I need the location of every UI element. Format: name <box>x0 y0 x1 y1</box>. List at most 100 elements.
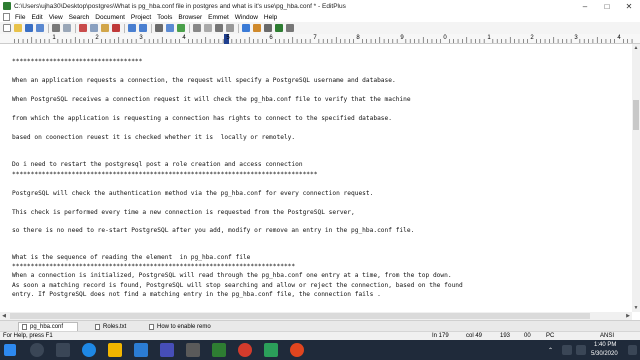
tab-roles-txt[interactable]: Roles.txt <box>92 322 140 331</box>
maximize-button[interactable]: □ <box>596 0 618 12</box>
editor-line[interactable]: from which the application is requesting… <box>12 115 392 122</box>
ruler-mark: 6 <box>269 35 273 41</box>
run-icon[interactable] <box>275 24 283 32</box>
menu-file[interactable]: File <box>12 14 28 21</box>
horizontal-scrollbar[interactable]: ◀ ▶ <box>0 312 632 320</box>
status-code: 00 <box>524 333 531 339</box>
vertical-scrollbar[interactable]: ▲ ▼ <box>632 44 640 312</box>
delete-icon[interactable] <box>112 24 120 32</box>
save-icon[interactable] <box>25 24 33 32</box>
menu-help[interactable]: Help <box>261 14 280 21</box>
editor-line[interactable]: based on coonection reuest it is checked… <box>12 134 295 141</box>
vertical-scroll-thumb[interactable] <box>633 100 639 130</box>
menu-browser[interactable]: Browser <box>175 14 205 21</box>
cut-icon[interactable] <box>79 24 87 32</box>
editplus-taskbar-icon[interactable] <box>212 343 226 357</box>
word-wrap-icon[interactable] <box>193 24 201 32</box>
scroll-down-icon[interactable]: ▼ <box>632 304 640 312</box>
text-editor[interactable]: *********************************** When… <box>0 44 632 312</box>
editor-line[interactable]: ****************************************… <box>12 263 295 270</box>
line-number-icon[interactable] <box>215 24 223 32</box>
editor-line[interactable]: When a connection is initialized, Postgr… <box>12 272 452 279</box>
editor-line[interactable]: so there is no need to re-start PostgreS… <box>12 227 414 234</box>
menu-document[interactable]: Document <box>92 14 128 21</box>
menu-bar: File Edit View Search Document Project T… <box>0 12 640 22</box>
scroll-up-icon[interactable]: ▲ <box>632 44 640 52</box>
volume-icon[interactable] <box>576 345 586 355</box>
notification-icon[interactable] <box>628 345 637 355</box>
cliptext-icon[interactable] <box>253 24 261 32</box>
print-icon[interactable] <box>52 24 60 32</box>
taskbar-date[interactable]: 5/30/2020 <box>591 351 618 357</box>
ruler-mark: 7 <box>313 35 317 41</box>
browser-icon[interactable] <box>242 24 250 32</box>
settings-icon[interactable] <box>286 24 294 32</box>
horizontal-scroll-thumb[interactable] <box>10 313 590 319</box>
column-select-icon[interactable] <box>226 24 234 32</box>
open-folder-icon[interactable] <box>14 24 22 32</box>
menu-search[interactable]: Search <box>66 14 93 21</box>
ruler-mark: 1 <box>487 35 491 41</box>
excel-icon[interactable] <box>264 343 278 357</box>
menu-edit[interactable]: Edit <box>28 14 45 21</box>
ruler-mark: 8 <box>356 35 360 41</box>
tab-label: Roles.txt <box>103 323 127 330</box>
windows-start-icon[interactable] <box>4 344 16 356</box>
undo-icon[interactable] <box>128 24 136 32</box>
editor-line[interactable]: *********************************** <box>12 58 142 65</box>
editor-line[interactable]: As soon a matching record is found, Post… <box>12 282 463 289</box>
editplus-app-icon[interactable] <box>3 2 11 10</box>
editor-line[interactable]: When PostgreSQL receives a connection re… <box>12 96 411 103</box>
directory-icon[interactable] <box>264 24 272 32</box>
menu-view[interactable]: View <box>46 14 66 21</box>
status-encoding: ANSI <box>600 333 615 339</box>
app-icon[interactable] <box>186 343 200 357</box>
scroll-left-icon[interactable]: ◀ <box>0 312 8 320</box>
tab-how-to-enable-remote[interactable]: How to enable remo <box>146 322 212 331</box>
ruler-mark: 9 <box>400 35 404 41</box>
status-help: For Help, press F1 <box>3 333 53 339</box>
edge-browser-icon[interactable] <box>82 343 96 357</box>
search-icon[interactable] <box>30 343 44 357</box>
ruler-icon[interactable] <box>204 24 212 32</box>
minimize-button[interactable]: – <box>574 0 596 12</box>
document-icon[interactable] <box>3 13 10 21</box>
scroll-right-icon[interactable]: ▶ <box>624 312 632 320</box>
recording-icon[interactable] <box>290 343 304 357</box>
editor-line[interactable]: When an application requests a connectio… <box>12 77 396 84</box>
menu-tools[interactable]: Tools <box>154 14 175 21</box>
print-preview-icon[interactable] <box>63 24 71 32</box>
menu-emmet[interactable]: Emmet <box>205 14 232 21</box>
windows-taskbar: ⌃ 1:40 PM 5/30/2020 <box>0 340 640 360</box>
editor-line[interactable]: This check is performed every time a new… <box>12 209 355 216</box>
replace-icon[interactable] <box>166 24 174 32</box>
paste-icon[interactable] <box>101 24 109 32</box>
editor-line[interactable]: PostgreSQL will check the authentication… <box>12 190 373 197</box>
menu-window[interactable]: Window <box>232 14 261 21</box>
chrome-icon[interactable] <box>238 343 252 357</box>
close-button[interactable]: ✕ <box>618 0 640 12</box>
task-view-icon[interactable] <box>56 343 70 357</box>
file-explorer-icon[interactable] <box>108 343 122 357</box>
file-icon <box>149 323 154 330</box>
editor-line[interactable]: entry. If PostgreSQL does not find a mat… <box>12 291 381 298</box>
find-icon[interactable] <box>155 24 163 32</box>
editor-line[interactable]: What is the sequence of reading the elem… <box>12 254 250 261</box>
tray-chevron-icon[interactable]: ⌃ <box>548 347 553 354</box>
copy-icon[interactable] <box>90 24 98 32</box>
redo-icon[interactable] <box>139 24 147 32</box>
teams-icon[interactable] <box>160 343 174 357</box>
outlook-icon[interactable] <box>134 343 148 357</box>
editor-line[interactable]: Do i need to restart the postgresql post… <box>12 161 303 168</box>
status-total: 193 <box>500 333 511 339</box>
editor-line[interactable]: ****************************************… <box>12 171 317 178</box>
tab-pg-hba-conf[interactable]: pg_hba.conf <box>18 322 78 331</box>
menu-project[interactable]: Project <box>128 14 154 21</box>
ruler-mark: 1 <box>52 35 56 41</box>
save-all-icon[interactable] <box>36 24 44 32</box>
new-file-icon[interactable] <box>3 24 11 32</box>
network-icon[interactable] <box>562 345 572 355</box>
taskbar-time[interactable]: 1:40 PM <box>594 342 616 348</box>
ruler: 1 2 3 4 5 6 7 8 9 0 1 2 3 4 <box>0 34 640 44</box>
goto-icon[interactable] <box>177 24 185 32</box>
